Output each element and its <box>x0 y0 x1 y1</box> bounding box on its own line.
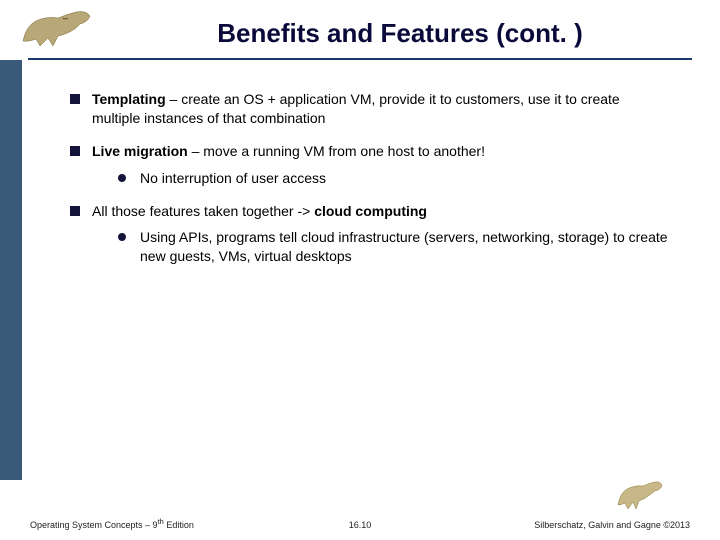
dinosaur-logo-top <box>18 6 98 51</box>
bullet-cloud-computing: All those features taken together -> clo… <box>70 202 670 267</box>
footer-book-title: Operating System Concepts – 9 <box>30 520 158 530</box>
bullet-live-migration: Live migration – move a running VM from … <box>70 142 670 188</box>
slide-content: Templating – create an OS + application … <box>70 90 670 280</box>
left-sidebar-stripe <box>0 60 22 480</box>
bullet-text: All those features taken together -> <box>92 203 314 219</box>
sub-bullet-text: Using APIs, programs tell cloud infrastr… <box>140 229 668 264</box>
bullet-bold-term: cloud computing <box>314 203 427 219</box>
footer-edition-word: Edition <box>164 520 194 530</box>
sub-bullet-text: No interruption of user access <box>140 170 326 186</box>
bullet-text: – create an OS + application VM, provide… <box>92 91 620 126</box>
footer-copyright: Silberschatz, Galvin and Gagne ©2013 <box>534 520 690 530</box>
bullet-templating: Templating – create an OS + application … <box>70 90 670 128</box>
footer-slide-number: 16.10 <box>349 520 372 530</box>
bullet-bold-term: Live migration <box>92 143 188 159</box>
dinosaur-logo-bottom <box>615 477 665 512</box>
sub-bullet: No interruption of user access <box>118 169 670 188</box>
slide-footer: Operating System Concepts – 9th Edition … <box>30 517 690 530</box>
bullet-bold-term: Templating <box>92 91 166 107</box>
slide-title: Benefits and Features (cont. ) <box>120 18 680 49</box>
title-underline <box>28 58 692 60</box>
bullet-text: – move a running VM from one host to ano… <box>188 143 485 159</box>
footer-left: Operating System Concepts – 9th Edition <box>30 517 194 530</box>
sub-bullet: Using APIs, programs tell cloud infrastr… <box>118 228 670 266</box>
